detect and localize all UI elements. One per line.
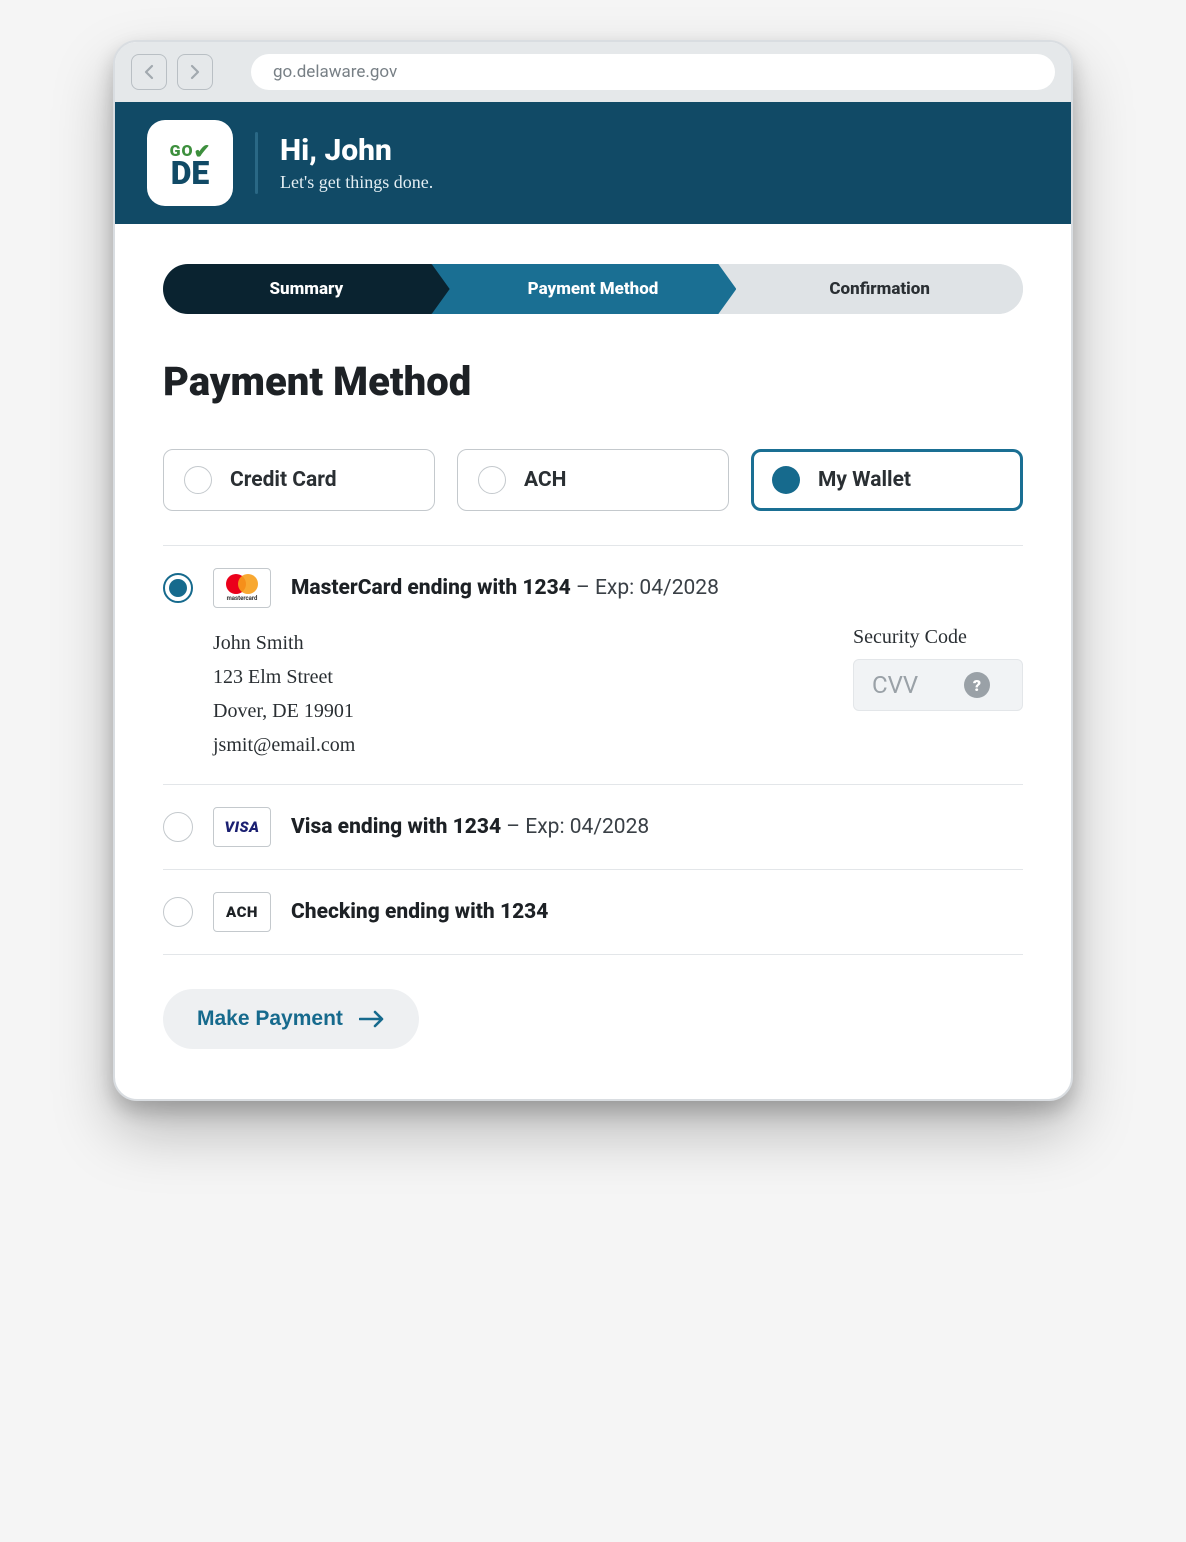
mastercard-logo-icon: mastercard <box>213 568 271 608</box>
wallet-item-header[interactable]: mastercard MasterCard ending with 1234 –… <box>163 568 1023 608</box>
wallet-item-details: John Smith 123 Elm Street Dover, DE 1990… <box>163 626 1023 762</box>
button-label: Make Payment <box>197 1007 343 1031</box>
type-my-wallet[interactable]: My Wallet <box>751 449 1023 511</box>
app-window: go.delaware.gov GO✔ DE Hi, John Let's ge… <box>113 40 1073 1101</box>
step-label: Payment Method <box>528 279 659 299</box>
wallet-item-title: MasterCard ending with 1234 – Exp: 04/20… <box>291 576 719 600</box>
wallet-item-ach: ACH Checking ending with 1234 <box>163 870 1023 954</box>
billing-info: John Smith 123 Elm Street Dover, DE 1990… <box>213 626 355 762</box>
type-label: Credit Card <box>230 468 337 492</box>
billing-name: John Smith <box>213 626 355 660</box>
type-label: ACH <box>524 468 567 492</box>
visa-logo-icon: VISA <box>213 807 271 847</box>
card-expiry: – Exp: 04/2028 <box>501 815 649 839</box>
step-label: Summary <box>269 279 343 299</box>
step-summary[interactable]: Summary <box>163 264 450 314</box>
divider <box>163 954 1023 955</box>
divider <box>255 132 258 194</box>
type-ach[interactable]: ACH <box>457 449 729 511</box>
check-icon: ✔ <box>194 141 211 161</box>
main-content: Summary Payment Method Confirmation Paym… <box>115 224 1071 1099</box>
type-label: My Wallet <box>818 468 911 492</box>
back-button[interactable] <box>131 54 167 90</box>
page-title: Payment Method <box>163 358 1023 405</box>
radio-icon <box>478 466 506 494</box>
step-payment-method[interactable]: Payment Method <box>432 264 737 314</box>
ach-logo-icon: ACH <box>213 892 271 932</box>
card-name: Visa ending with 1234 <box>291 815 501 839</box>
forward-button[interactable] <box>177 54 213 90</box>
billing-street: 123 Elm Street <box>213 660 355 694</box>
radio-icon <box>163 573 193 603</box>
chevron-right-icon <box>189 64 201 80</box>
radio-icon <box>163 812 193 842</box>
progress-steps: Summary Payment Method Confirmation <box>163 264 1023 314</box>
radio-icon <box>163 897 193 927</box>
wallet-item-header[interactable]: ACH Checking ending with 1234 <box>163 892 1023 932</box>
wallet-item-title: Visa ending with 1234 – Exp: 04/2028 <box>291 815 649 839</box>
security-code-input[interactable] <box>870 670 950 700</box>
radio-icon <box>184 466 212 494</box>
address-bar[interactable]: go.delaware.gov <box>251 54 1055 90</box>
payment-type-selector: Credit Card ACH My Wallet <box>163 449 1023 511</box>
radio-icon <box>772 466 800 494</box>
step-label: Confirmation <box>829 279 930 299</box>
billing-city: Dover, DE 19901 <box>213 694 355 728</box>
wallet-item-mastercard: mastercard MasterCard ending with 1234 –… <box>163 546 1023 784</box>
wallet-item-visa: VISA Visa ending with 1234 – Exp: 04/202… <box>163 785 1023 869</box>
step-confirmation[interactable]: Confirmation <box>718 264 1023 314</box>
browser-chrome: go.delaware.gov <box>115 42 1071 102</box>
card-expiry: – Exp: 04/2028 <box>571 576 719 600</box>
card-name: Checking ending with 1234 <box>291 900 548 924</box>
logo-text-bottom: DE <box>170 159 211 188</box>
url-text: go.delaware.gov <box>273 62 397 82</box>
help-icon[interactable]: ? <box>964 672 990 698</box>
chevron-left-icon <box>143 64 155 80</box>
greeting: Hi, John <box>280 133 433 168</box>
wallet-item-header[interactable]: VISA Visa ending with 1234 – Exp: 04/202… <box>163 807 1023 847</box>
security-code-field: ? <box>853 659 1023 711</box>
greeting-subtitle: Let's get things done. <box>280 172 433 193</box>
arrow-right-icon <box>359 1010 385 1028</box>
security-code-block: Security Code ? <box>853 626 1023 762</box>
site-header: GO✔ DE Hi, John Let's get things done. <box>115 102 1071 224</box>
make-payment-button[interactable]: Make Payment <box>163 989 419 1049</box>
security-code-label: Security Code <box>853 626 1023 649</box>
card-name: MasterCard ending with 1234 <box>291 576 571 600</box>
type-credit-card[interactable]: Credit Card <box>163 449 435 511</box>
billing-email: jsmit@email.com <box>213 728 355 762</box>
site-logo: GO✔ DE <box>147 120 233 206</box>
wallet-item-title: Checking ending with 1234 <box>291 900 548 924</box>
